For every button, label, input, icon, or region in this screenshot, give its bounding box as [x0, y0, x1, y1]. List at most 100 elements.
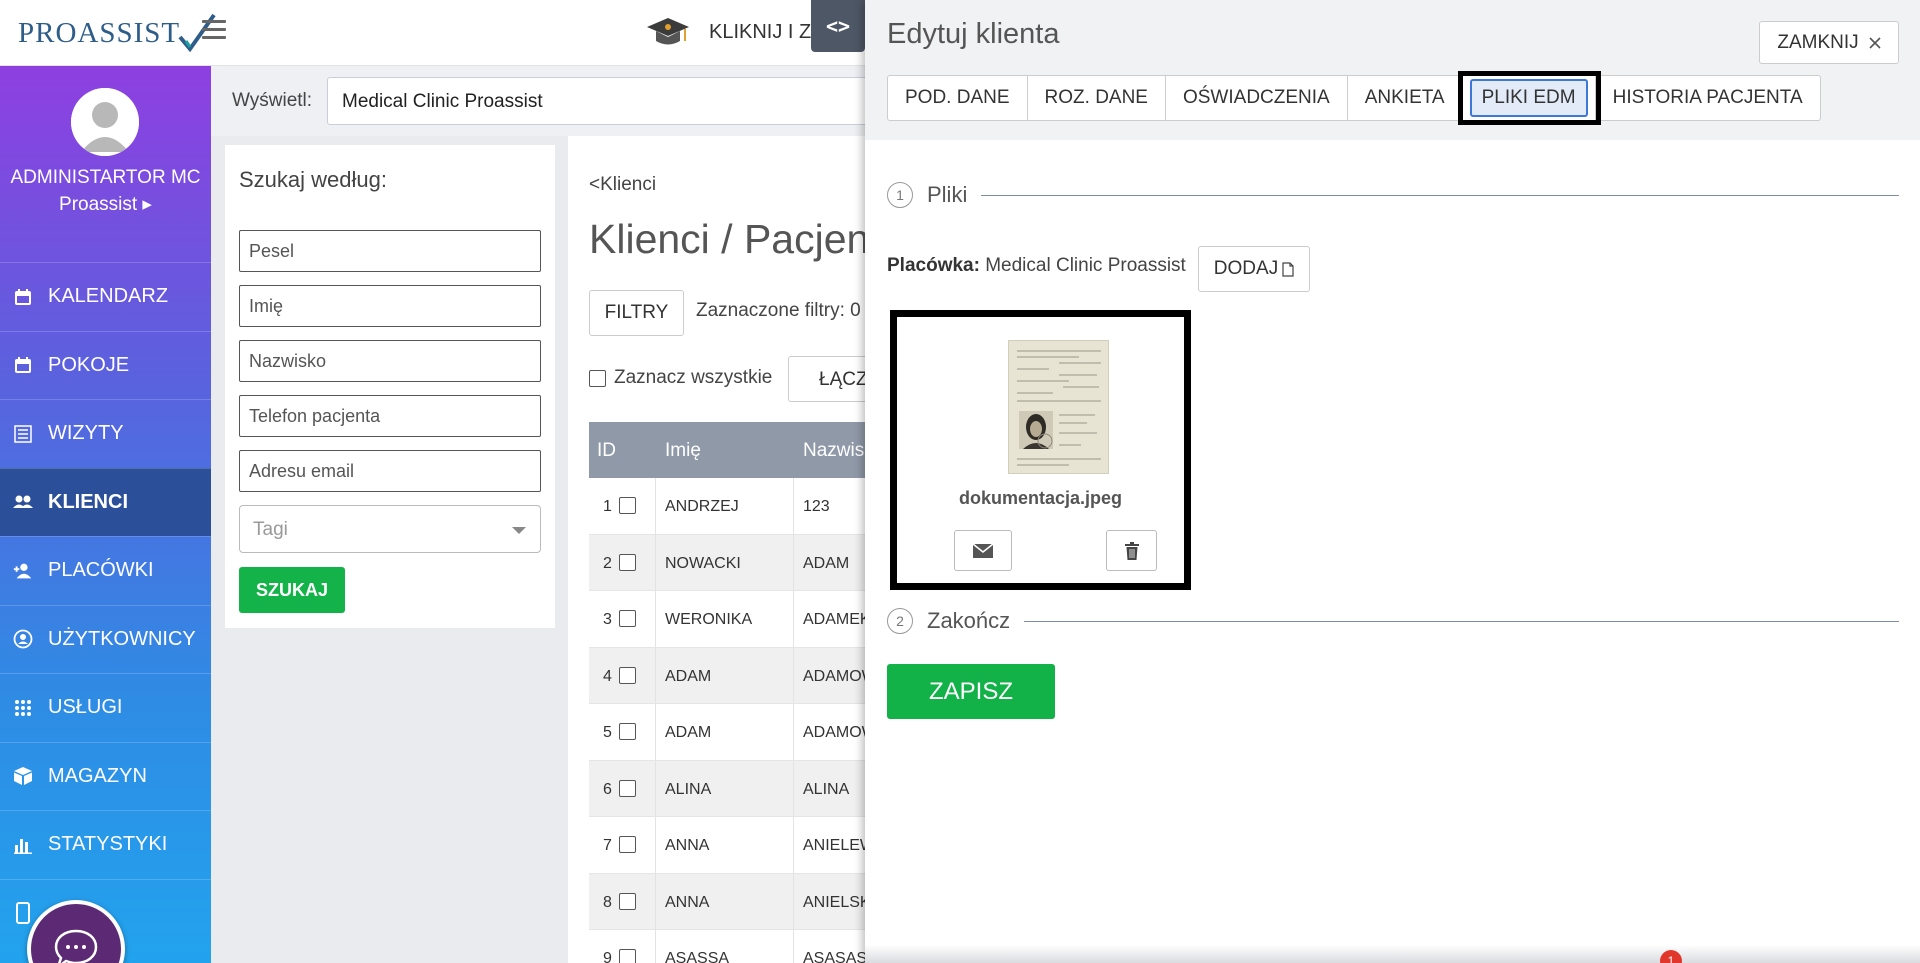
search-panel: Szukaj według: Pesel Imię Nazwisko Telef…	[225, 145, 555, 628]
add-file-button[interactable]: DODAJ	[1198, 246, 1310, 292]
close-button[interactable]: ZAMKNIJ	[1759, 21, 1899, 64]
facility-select[interactable]: Medical Clinic Proassist	[327, 77, 927, 125]
row-first-name: WERONIKA	[665, 611, 753, 628]
sidebar-item-uzytkownicy[interactable]: UŻYTKOWNICY	[0, 604, 211, 674]
step-label: Zakończ	[927, 608, 1011, 633]
row-last-name: ASASAS	[803, 950, 868, 963]
row-last-name: ALINA	[803, 780, 850, 798]
calendar-icon	[12, 355, 34, 375]
tab-patient-history[interactable]: HISTORIA PACJENTA	[1596, 76, 1820, 120]
step-number: 2	[887, 608, 913, 634]
sidebar-item-label: USŁUGI	[48, 696, 123, 719]
step-finish: 2 Zakończ	[887, 608, 1899, 634]
step-number: 1	[887, 182, 913, 208]
box-icon	[12, 765, 34, 787]
display-filter-row: Wyświetl: Medical Clinic Proassist	[211, 66, 927, 136]
pesel-field[interactable]: Pesel	[239, 230, 541, 272]
drawer-toggle-button[interactable]: <>	[811, 0, 865, 52]
add-file-label: DODAJ	[1213, 258, 1279, 279]
tab-survey[interactable]: ANKIETA	[1348, 76, 1463, 120]
select-all-label: Zaznacz wszystkie	[614, 367, 773, 388]
step-files: 1 Pliki	[887, 182, 1899, 208]
select-all-checkbox[interactable]: Zaznacz wszystkie	[589, 367, 772, 389]
first-name-field[interactable]: Imię	[239, 285, 541, 327]
row-checkbox[interactable]	[619, 892, 636, 910]
app-logo[interactable]: PROASSIST	[18, 10, 216, 56]
user-name: ADMINISTARTOR MC	[10, 167, 201, 188]
drawer-header: Edytuj klienta ZAMKNIJ POD. DANE ROZ. DA…	[865, 0, 1920, 140]
user-info[interactable]: ADMINISTARTOR MC Proassist ▸	[0, 164, 211, 218]
step-divider	[981, 194, 1899, 196]
promo-banner[interactable]: KLIKNIJ I ZA	[645, 14, 825, 50]
document-scan-image	[1009, 341, 1108, 473]
sidebar-item-magazyn[interactable]: MAGAZYN	[0, 741, 211, 811]
delete-file-button[interactable]	[1106, 530, 1157, 571]
row-id: 7	[603, 837, 612, 854]
row-id: 9	[603, 950, 612, 963]
phone-field[interactable]: Telefon pacjenta	[239, 395, 541, 437]
sidebar-item-pokoje[interactable]: POKOJE	[0, 330, 211, 400]
sidebar-item-label: POKOJE	[48, 353, 130, 376]
row-checkbox[interactable]	[619, 949, 636, 963]
sidebar-item-kalendarz[interactable]: KALENDARZ	[0, 262, 211, 331]
tab-statements[interactable]: OŚWIADCZENIA	[1166, 76, 1348, 120]
row-last-name: ADAM	[803, 554, 850, 572]
row-checkbox[interactable]	[619, 610, 636, 627]
file-icon	[1282, 261, 1294, 277]
sidebar-item-uslugi[interactable]: USŁUGI	[0, 673, 211, 742]
avatar[interactable]	[71, 88, 139, 156]
promo-label: KLIKNIJ I ZA	[709, 20, 825, 43]
tab-label: POD. DANE	[905, 87, 1010, 108]
trash-icon	[1124, 541, 1139, 560]
row-first-name: ASASSA	[665, 950, 730, 963]
send-email-button[interactable]	[954, 530, 1012, 571]
row-id: 5	[603, 724, 612, 741]
row-last-name: ADAMEK	[803, 611, 871, 628]
user-plus-icon	[12, 561, 34, 581]
list-icon	[12, 424, 34, 444]
email-field[interactable]: Adresu email	[239, 450, 541, 492]
row-checkbox[interactable]	[619, 779, 636, 797]
tags-select[interactable]: Tagi	[239, 505, 541, 553]
graduation-cap-icon	[647, 18, 689, 45]
row-checkbox[interactable]	[619, 666, 636, 684]
last-name-field[interactable]: Nazwisko	[239, 340, 541, 382]
save-button[interactable]: ZAPISZ	[887, 664, 1055, 719]
calendar-icon	[12, 287, 34, 307]
menu-toggle-icon[interactable]	[202, 20, 226, 40]
grid-icon	[12, 698, 34, 718]
filters-button[interactable]: FILTRY	[589, 290, 684, 336]
sidebar-item-label: PLACÓWKI	[48, 559, 154, 582]
sidebar-item-placowki[interactable]: PLACÓWKI	[0, 536, 211, 605]
mobile-icon	[12, 902, 34, 925]
tab-basic-data[interactable]: POD. DANE	[888, 76, 1028, 120]
checkbox[interactable]	[589, 369, 606, 387]
sidebar-item-wizyty[interactable]: WIZYTY	[0, 399, 211, 468]
column-header-id[interactable]: ID	[597, 440, 616, 462]
sidebar-item-label: MAGAZYN	[48, 764, 147, 787]
drawer-tabs: POD. DANE ROZ. DANE OŚWIADCZENIA ANKIETA…	[887, 71, 1821, 125]
search-panel-title: Szukaj według:	[239, 167, 387, 192]
sidebar-item-label: KLIENCI	[48, 490, 128, 513]
code-icon: <>	[825, 14, 851, 38]
breadcrumb[interactable]: <Klienci	[589, 174, 656, 196]
sidebar-item-klienci[interactable]: KLIENCI	[0, 467, 211, 536]
file-card: dokumentacja.jpeg	[890, 310, 1191, 590]
sidebar-item-statystyki[interactable]: STATYSTYKI	[0, 810, 211, 879]
row-id: 8	[603, 893, 612, 911]
file-thumbnail[interactable]	[1008, 340, 1109, 474]
tab-edm-files[interactable]: PLIKI EDM	[1457, 71, 1601, 125]
search-button[interactable]: SZUKAJ	[239, 567, 345, 613]
column-header-first-name[interactable]: Imię	[665, 440, 701, 462]
row-checkbox[interactable]	[619, 553, 636, 571]
row-checkbox[interactable]	[619, 836, 636, 853]
tab-extended-data[interactable]: ROZ. DANE	[1028, 76, 1166, 120]
tab-label: HISTORIA PACJENTA	[1612, 87, 1803, 108]
tab-label: PLIKI EDM	[1469, 79, 1588, 117]
step-label: Pliki	[927, 182, 968, 207]
row-checkbox[interactable]	[619, 497, 636, 514]
user-company: Proassist ▸	[59, 194, 152, 215]
row-checkbox[interactable]	[619, 723, 636, 740]
page-title: Klienci / Pacjenci	[589, 216, 899, 262]
logo-text: PROASSIST	[18, 16, 181, 49]
